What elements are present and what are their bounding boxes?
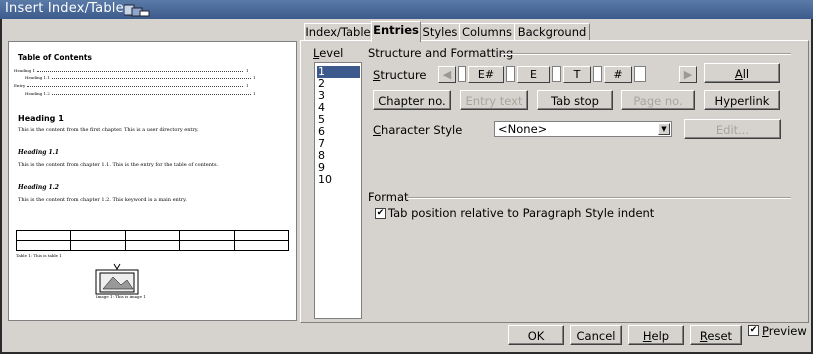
preview-toc-page: 1 — [253, 91, 256, 96]
preview-table-caption: Table 1: This is table 1 — [16, 253, 62, 258]
preview-heading-1-1: Heading 1.1 — [18, 149, 59, 156]
preview-heading-1-2: Heading 1.2 — [18, 184, 59, 191]
level-listbox[interactable]: 1 2 3 4 5 6 7 8 9 10 — [314, 62, 362, 319]
preview-paragraph: This is the content from chapter 1.1. Th… — [18, 162, 219, 168]
scroll-right-icon[interactable]: ▶ — [679, 66, 697, 83]
scroll-left-icon[interactable]: ◀ — [438, 66, 456, 83]
reset-button[interactable]: Reset — [690, 325, 742, 345]
preview-toc-leader — [52, 78, 251, 79]
preview-toc-page: 1 — [246, 68, 249, 73]
tab-position-checkbox[interactable]: ✔ — [375, 208, 386, 219]
index-preview: Table of Contents Heading 1 1 Heading 1.… — [8, 41, 297, 321]
entry-text-button[interactable]: Entry text — [460, 90, 528, 110]
tab-position-label: Tab position relative to Paragraph Style… — [388, 206, 655, 220]
window-icon — [124, 4, 150, 17]
hyperlink-button[interactable]: Hyperlink — [704, 90, 780, 110]
page-no-button[interactable]: Page no. — [621, 90, 695, 110]
preview-image — [95, 263, 139, 295]
structure-token-page-number[interactable]: # — [604, 66, 632, 83]
preview-toc-entry: Entry — [14, 83, 26, 88]
structure-text-field[interactable] — [593, 66, 602, 82]
preview-toc-page: 1 — [253, 75, 256, 80]
tab-columns[interactable]: Columns — [459, 23, 515, 41]
structure-text-field[interactable] — [634, 66, 646, 82]
preview-toc-entry: Heading 1 — [14, 68, 36, 73]
tab-background[interactable]: Background — [514, 23, 590, 41]
preview-checkbox[interactable]: ✔ — [748, 325, 759, 336]
preview-toc-leader — [27, 86, 243, 87]
title-bar[interactable]: Insert Index/Table — [0, 0, 813, 19]
character-style-label: Character Style — [373, 123, 463, 137]
preview-toc-entry: Heading 1.1 — [25, 75, 50, 80]
structure-label: Structure — [373, 68, 427, 82]
cancel-button[interactable]: Cancel — [570, 325, 622, 345]
preview-image-caption: Image 1: This is image 1 — [96, 294, 146, 299]
group-separator — [408, 197, 791, 199]
format-group-label: Format — [368, 190, 409, 204]
tab-index-table[interactable]: Index/Table — [304, 23, 372, 41]
chapter-no-button[interactable]: Chapter no. — [373, 90, 451, 110]
character-style-select[interactable]: <None> ▼ — [494, 121, 672, 137]
structure-text-field[interactable] — [458, 66, 466, 82]
structure-token-tab-stop[interactable]: T — [563, 66, 591, 83]
level-item[interactable]: 10 — [317, 174, 360, 186]
group-separator — [501, 53, 791, 55]
preview-toc-entry: Heading 1.2 — [25, 91, 50, 96]
preview-toc-leader — [52, 94, 251, 95]
structure-token-chapter-number[interactable]: E# — [468, 66, 504, 83]
preview-toc-title: Table of Contents — [18, 53, 92, 62]
preview-label: Preview — [762, 324, 807, 338]
window-title: Insert Index/Table — [5, 1, 124, 16]
tab-styles[interactable]: Styles — [420, 23, 460, 41]
structure-text-field[interactable] — [506, 66, 515, 82]
preview-toc-leader — [37, 71, 243, 72]
all-button[interactable]: All — [704, 63, 780, 83]
structure-token-entry[interactable]: E — [517, 66, 550, 83]
tab-entries[interactable]: Entries — [371, 21, 421, 42]
structure-formatting-group-label: Structure and Formatting — [368, 46, 514, 60]
edit-button[interactable]: Edit... — [684, 119, 781, 139]
character-style-value: <None> — [498, 122, 548, 136]
preview-paragraph: This is the content from the first chapt… — [18, 127, 199, 133]
preview-table — [15, 230, 290, 251]
level-label: Level — [313, 46, 344, 60]
chevron-down-icon[interactable]: ▼ — [658, 123, 670, 135]
preview-paragraph: This is the content from chapter 1.2. Th… — [18, 197, 187, 203]
preview-heading-1: Heading 1 — [18, 114, 64, 123]
tab-stop-button[interactable]: Tab stop — [537, 90, 613, 110]
help-button[interactable]: Help — [628, 325, 684, 345]
structure-text-field[interactable] — [552, 66, 561, 82]
ok-button[interactable]: OK — [508, 325, 564, 345]
preview-toc-page: 1 — [246, 83, 249, 88]
